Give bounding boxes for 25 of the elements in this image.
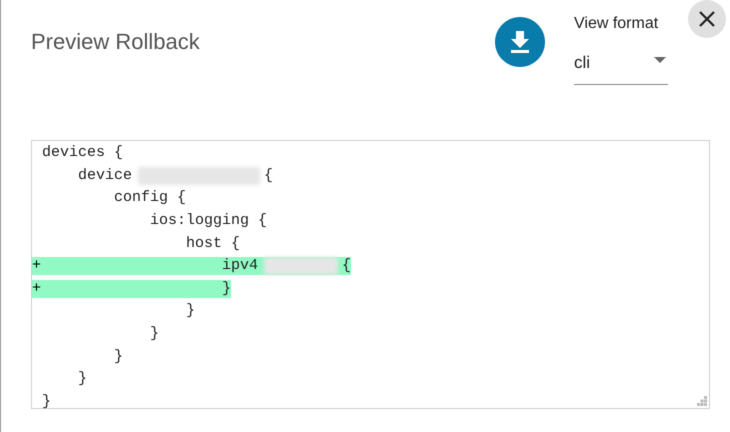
code-text: {	[342, 257, 352, 276]
dropdown-caret-icon	[654, 57, 666, 63]
view-format-select[interactable]: cli	[574, 48, 668, 85]
close-icon	[699, 11, 715, 27]
code-text: }	[42, 392, 52, 411]
code-text: ios:logging {	[149, 212, 268, 230]
dialog-title: Preview Rollback	[31, 28, 200, 56]
code-text: config {	[113, 189, 186, 208]
code-text: }	[113, 348, 124, 366]
view-format-label: View format	[574, 14, 660, 34]
code-text: device	[77, 166, 132, 185]
code-text: host {	[185, 234, 240, 253]
diff-prefix: +	[32, 257, 42, 276]
code-text: {	[264, 166, 274, 185]
code-text: }	[221, 280, 232, 298]
download-button[interactable]	[495, 17, 545, 67]
code-text: devices {	[42, 144, 124, 162]
resize-handle-icon	[697, 396, 707, 406]
code-text: }	[77, 370, 88, 388]
diff-prefix: +	[32, 280, 42, 298]
code-text: }	[185, 302, 196, 320]
close-button[interactable]	[688, 0, 726, 38]
code-text: }	[149, 325, 160, 344]
download-icon	[510, 31, 530, 53]
code-text: ipv4	[221, 257, 258, 276]
